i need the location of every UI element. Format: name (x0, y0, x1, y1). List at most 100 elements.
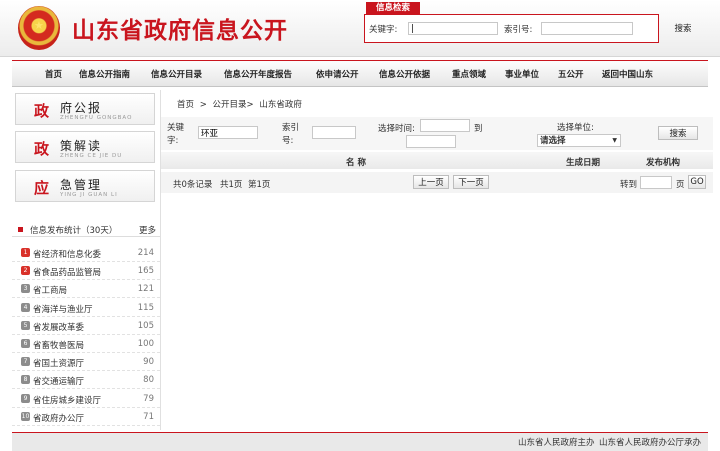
nav-item-apply[interactable]: 依申请公开 (316, 68, 359, 80)
chevron-down-icon: ▼ (612, 137, 617, 144)
breadcrumb: 首页 > 公开目录> 山东省政府 (177, 98, 305, 110)
stats-count: 79 (143, 393, 154, 404)
header-index-input[interactable] (541, 22, 633, 35)
nav-item-guide[interactable]: 信息公开指南 (79, 68, 130, 80)
nav-item-institutions[interactable]: 事业单位 (505, 68, 539, 80)
main-nav: 首页 信息公开指南 信息公开目录 信息公开年度报告 依申请公开 信息公开依据 重… (12, 60, 708, 87)
filter-unit-label: 选择单位: (557, 123, 594, 133)
filter-keyword-input[interactable] (198, 126, 258, 139)
sidebar-button-gazette[interactable]: 政 府公报 ZHENGFU GONGBAO (15, 93, 155, 125)
filter-search-button[interactable]: 搜索 (658, 126, 698, 140)
list-item[interactable]: 1 省经济和信息化委 214 (12, 244, 160, 262)
stats-header: 信息发布统计（30天） 更多 (12, 223, 160, 237)
stats-org-name: 省经济和信息化委 (33, 250, 102, 260)
stats-count: 121 (137, 284, 154, 295)
stats-org-name: 省住房城乡建设厅 (33, 395, 102, 406)
sidebar-button-policy[interactable]: 政 策解读 ZHENG CE JIE DU (15, 131, 155, 163)
stats-org-name: 省交通运输厅 (33, 377, 85, 388)
filter-keyword-label-2: 字: (167, 136, 179, 146)
list-item[interactable]: 10 省政府办公厅 71 (12, 408, 160, 426)
filter-unit-select[interactable]: 请选择 ▼ (537, 134, 621, 147)
col-org: 发布机构 (646, 158, 681, 168)
list-item[interactable]: 6 省畜牧兽医局 100 (12, 335, 160, 353)
list-item[interactable]: 2 省食品药品监管局 165 (12, 262, 160, 281)
table-header: 名 称 生成日期 发布机构 (161, 152, 713, 169)
breadcrumb-sep: > (199, 100, 207, 110)
stats-count: 115 (137, 302, 154, 313)
next-page-button[interactable]: 下一页 (453, 175, 489, 189)
list-item[interactable]: 9 省住房城乡建设厅 79 (12, 390, 160, 408)
filter-index-label-2: 号: (282, 136, 294, 146)
filter-date-end[interactable] (406, 135, 456, 148)
bullet-icon (18, 227, 23, 232)
nav-item-five-public[interactable]: 五公开 (558, 68, 584, 80)
stats-count: 165 (137, 266, 154, 277)
list-item[interactable]: 8 省交通运输厅 80 (12, 371, 160, 390)
nav-item-key-areas[interactable]: 重点领域 (452, 68, 486, 80)
go-button[interactable]: GO (688, 175, 706, 189)
filter-index-label: 索引 (282, 123, 300, 133)
stats-count: 71 (143, 411, 154, 422)
footer: 山东省人民政府主办 山东省人民政府办公厅承办 (12, 432, 708, 451)
rank-badge: 6 (21, 339, 30, 348)
nav-item-catalog[interactable]: 信息公开目录 (151, 68, 202, 80)
breadcrumb-catalog[interactable]: 公开目录> (213, 100, 254, 110)
stats-org-name: 省发展改革委 (33, 322, 85, 333)
filter-to-label: 到 (474, 124, 483, 134)
stats-org-name: 省海洋与渔业厅 (33, 304, 93, 315)
goto-page-input[interactable] (640, 176, 672, 189)
stats-count: 214 (137, 248, 154, 258)
rank-badge: 9 (21, 393, 30, 403)
stats-org-name: 省工商局 (33, 286, 68, 297)
footer-sponsor: 山东省人民政府主办 (518, 438, 595, 448)
pager: 共0条记录 共1页 第1页 上一页 下一页 转到 页 GO (161, 172, 713, 193)
stats-more-link[interactable]: 更多 (139, 224, 156, 236)
stats-org-name: 省政府办公厅 (33, 413, 85, 424)
nav-item-annual-report[interactable]: 信息公开年度报告 (224, 68, 292, 80)
col-date: 生成日期 (566, 158, 601, 168)
index-label: 索引号: (504, 25, 533, 35)
rank-badge: 8 (21, 375, 30, 385)
list-item[interactable]: 4 省海洋与渔业厅 115 (12, 299, 160, 317)
breadcrumb-current: 山东省政府 (259, 100, 302, 110)
site-title: 山东省政府信息公开 (72, 18, 288, 44)
list-item[interactable]: 7 省国土资源厅 90 (12, 353, 160, 372)
national-emblem-icon: ★ (18, 6, 60, 50)
footer-organizer: 山东省人民政府办公厅承办 (599, 438, 702, 448)
keyword-label: 关键字: (369, 25, 398, 35)
pager-current: 第1页 (248, 180, 271, 190)
nav-item-home[interactable]: 首页 (45, 68, 62, 80)
nav-item-back-shandong[interactable]: 返回中国山东 (602, 68, 653, 80)
rank-badge: 3 (21, 284, 30, 294)
list-item[interactable]: 5 省发展改革委 105 (12, 317, 160, 335)
list-item[interactable]: 3 省工商局 121 (12, 280, 160, 299)
filter-keyword-label: 关键 (167, 123, 185, 133)
nav-item-basis[interactable]: 信息公开依据 (379, 68, 430, 80)
goto-label: 转到 (620, 180, 638, 190)
stats-count: 90 (143, 357, 154, 368)
filter-date-start[interactable] (420, 119, 470, 132)
rank-badge: 7 (21, 357, 30, 367)
stats-count: 100 (137, 339, 154, 349)
col-name: 名 称 (346, 158, 366, 168)
rank-badge: 10 (21, 411, 30, 421)
rank-badge: 5 (21, 320, 30, 330)
stats-count: 105 (137, 320, 154, 331)
rank-badge: 2 (21, 266, 30, 276)
stats-org-name: 省畜牧兽医局 (33, 341, 85, 351)
filter-time-label: 选择时间: (378, 124, 415, 134)
pager-total: 共0条记录 (173, 180, 213, 190)
sidebar: 政 府公报 ZHENGFU GONGBAO 政 策解读 ZHENG CE JIE… (12, 90, 160, 430)
header-keyword-input[interactable] (408, 22, 498, 35)
header-search-button[interactable]: 搜索 (666, 20, 700, 36)
sidebar-button-emergency[interactable]: 应 急管理 YING JI GUAN LI (15, 170, 155, 202)
filter-index-input[interactable] (312, 126, 356, 139)
site-header: ★ 山东省政府信息公开 信息检索 关键字: 索引号: 搜索 (0, 0, 720, 57)
stats-title: 信息发布统计（30天） (30, 226, 118, 236)
stats-count: 80 (143, 375, 154, 386)
page-unit-label: 页 (676, 180, 685, 190)
breadcrumb-home[interactable]: 首页 (177, 100, 194, 110)
prev-page-button[interactable]: 上一页 (413, 175, 449, 189)
main-content: 首页 > 公开目录> 山东省政府 关键 字: 索引 号: 选择时间: 到 选择单… (160, 90, 713, 430)
rank-badge: 1 (21, 248, 30, 257)
